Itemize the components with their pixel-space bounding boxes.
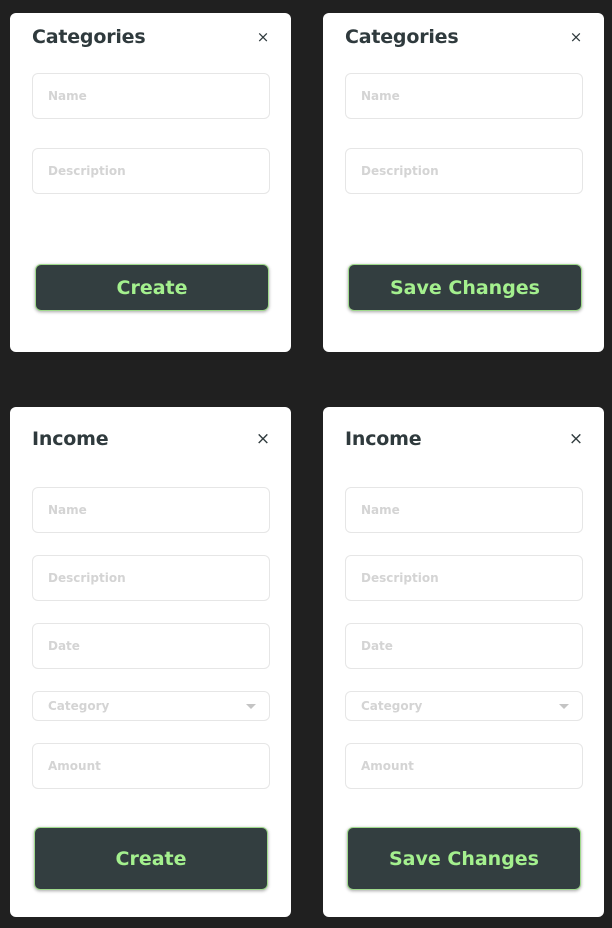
chevron-down-icon: [559, 704, 569, 709]
description-field[interactable]: [345, 555, 583, 601]
modal-title: Categories: [32, 26, 146, 48]
name-field[interactable]: [345, 73, 583, 119]
modal-title: Income: [345, 428, 422, 450]
chevron-down-icon: [246, 704, 256, 709]
save-changes-button[interactable]: Save Changes: [348, 264, 582, 311]
description-field[interactable]: [32, 148, 270, 194]
close-icon[interactable]: ×: [568, 427, 584, 451]
category-select[interactable]: Category: [32, 691, 270, 721]
description-field[interactable]: [32, 555, 270, 601]
close-icon[interactable]: ×: [568, 25, 584, 49]
name-field[interactable]: [345, 487, 583, 533]
description-field[interactable]: [345, 148, 583, 194]
income-edit-modal: Income × Category Save Changes: [323, 407, 604, 917]
modal-title: Income: [32, 428, 109, 450]
close-icon[interactable]: ×: [255, 25, 271, 49]
category-select[interactable]: Category: [345, 691, 583, 721]
categories-edit-modal: Categories × Save Changes: [323, 13, 604, 352]
create-button[interactable]: Create: [34, 827, 268, 890]
create-button[interactable]: Create: [35, 264, 269, 311]
amount-field[interactable]: [32, 743, 270, 789]
income-create-modal: Income × Category Create: [10, 407, 291, 917]
category-select-placeholder: Category: [361, 699, 423, 713]
close-icon[interactable]: ×: [255, 427, 271, 451]
categories-create-modal: Categories × Create: [10, 13, 291, 352]
date-field[interactable]: [345, 623, 583, 669]
save-changes-button[interactable]: Save Changes: [347, 827, 581, 890]
name-field[interactable]: [32, 73, 270, 119]
modal-title: Categories: [345, 26, 459, 48]
date-field[interactable]: [32, 623, 270, 669]
name-field[interactable]: [32, 487, 270, 533]
category-select-placeholder: Category: [48, 699, 110, 713]
amount-field[interactable]: [345, 743, 583, 789]
